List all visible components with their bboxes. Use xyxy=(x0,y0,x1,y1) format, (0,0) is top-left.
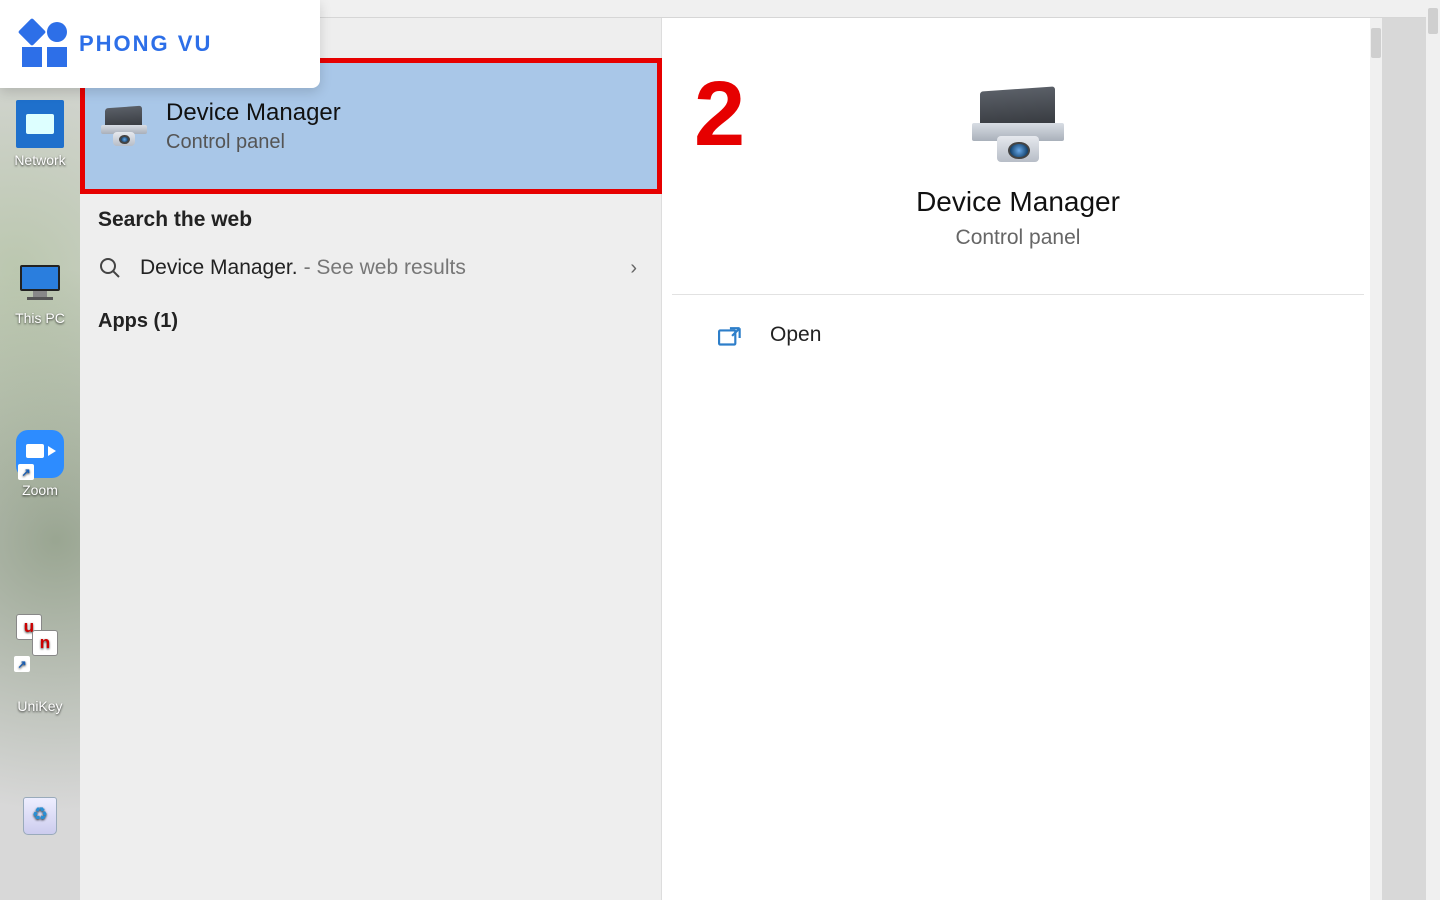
network-icon xyxy=(16,100,64,148)
desktop-icon-label: UniKey xyxy=(8,698,72,714)
phong-vu-logo-icon xyxy=(22,22,67,67)
best-match-subtitle: Control panel xyxy=(166,131,341,154)
device-manager-icon xyxy=(100,105,148,147)
scrollbar[interactable] xyxy=(1370,18,1382,900)
action-open[interactable]: Open xyxy=(672,295,1364,375)
desktop-icon-network[interactable]: Network xyxy=(8,100,72,168)
result-preview-column: Device Manager Control panel Open xyxy=(662,18,1382,900)
preview-header: Device Manager Control panel xyxy=(672,46,1364,295)
action-label: Open xyxy=(770,323,821,347)
desktop-icon-label: This PC xyxy=(8,310,72,326)
section-header-apps: Apps (1) xyxy=(80,294,661,349)
desktop-icon-label: Zoom xyxy=(8,482,72,498)
shortcut-overlay-icon: ↗ xyxy=(14,656,30,672)
search-icon xyxy=(98,256,122,280)
scrollbar[interactable] xyxy=(1426,0,1440,900)
web-result-query: Device Manager. xyxy=(140,256,298,280)
zoom-icon: ↗ xyxy=(16,430,64,478)
start-search-panel: Device Manager Control panel Search the … xyxy=(80,18,1382,900)
desktop-icon-recycle-bin[interactable] xyxy=(8,792,72,844)
chevron-right-icon: › xyxy=(630,257,643,280)
preview-title: Device Manager xyxy=(672,186,1364,218)
web-search-result[interactable]: Device Manager. - See web results › xyxy=(80,242,661,294)
annotation-step-number: 2 xyxy=(694,68,745,160)
phong-vu-logo-text: PHONG VU xyxy=(79,31,212,57)
search-results-column: Device Manager Control panel Search the … xyxy=(80,18,662,900)
web-result-hint: - See web results xyxy=(304,256,466,280)
desktop-icon-unikey[interactable]: u n ↗ UniKey xyxy=(8,614,72,714)
desktop-icon-this-pc[interactable]: This PC xyxy=(8,258,72,326)
desktop-icon-label: Network xyxy=(8,152,72,168)
preview-subtitle: Control panel xyxy=(672,226,1364,250)
watermark-logo-card: PHONG VU xyxy=(0,0,320,88)
this-pc-icon xyxy=(16,258,64,306)
shortcut-overlay-icon: ↗ xyxy=(18,464,34,480)
best-match-title: Device Manager xyxy=(166,99,341,127)
section-header-web: Search the web xyxy=(80,190,661,242)
recycle-bin-icon xyxy=(16,792,64,840)
open-icon xyxy=(718,325,744,345)
unikey-icon: u n ↗ xyxy=(16,614,64,662)
device-manager-icon xyxy=(970,86,1066,164)
desktop-background-strip: Network This PC ↗ Zoom u n ↗ UniKey xyxy=(0,0,80,900)
desktop-icon-zoom[interactable]: ↗ Zoom xyxy=(8,430,72,498)
